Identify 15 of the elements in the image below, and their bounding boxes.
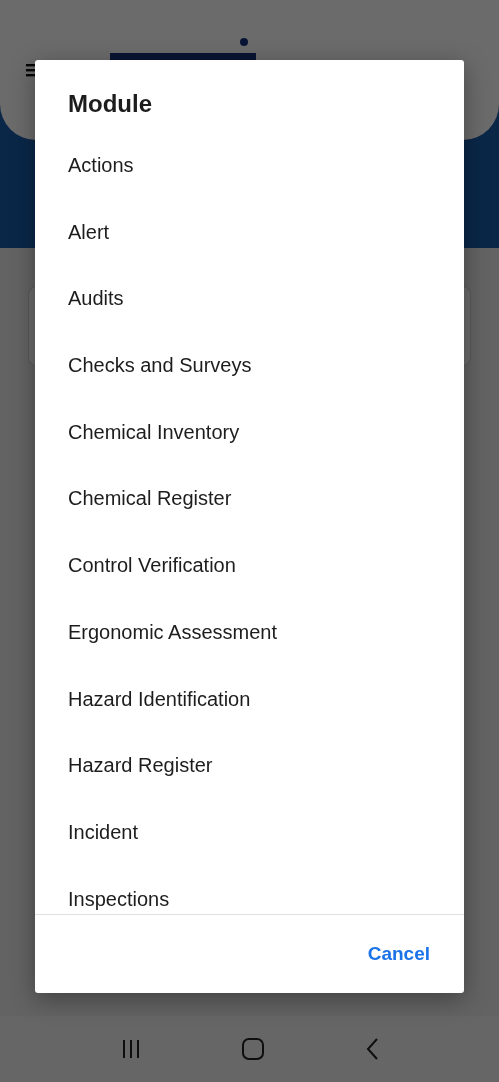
- module-option[interactable]: Inspections: [35, 871, 464, 914]
- module-option[interactable]: Hazard Identification: [35, 671, 464, 739]
- module-option[interactable]: Actions: [35, 138, 464, 205]
- module-option[interactable]: Control Verification: [35, 538, 464, 605]
- cancel-button[interactable]: Cancel: [359, 937, 438, 971]
- module-option[interactable]: Hazard Register: [35, 738, 464, 805]
- module-option[interactable]: Checks and Surveys: [35, 338, 464, 405]
- home-icon[interactable]: [240, 1037, 265, 1061]
- module-option[interactable]: Chemical Inventory: [35, 404, 464, 472]
- module-option[interactable]: Chemical Register: [35, 471, 464, 539]
- dialog-title: Module: [67, 89, 153, 119]
- module-option[interactable]: Ergonomic Assessment: [35, 604, 464, 672]
- module-option[interactable]: Audits: [35, 271, 464, 339]
- module-option[interactable]: Alert: [35, 204, 464, 272]
- module-option[interactable]: Incident: [35, 804, 464, 872]
